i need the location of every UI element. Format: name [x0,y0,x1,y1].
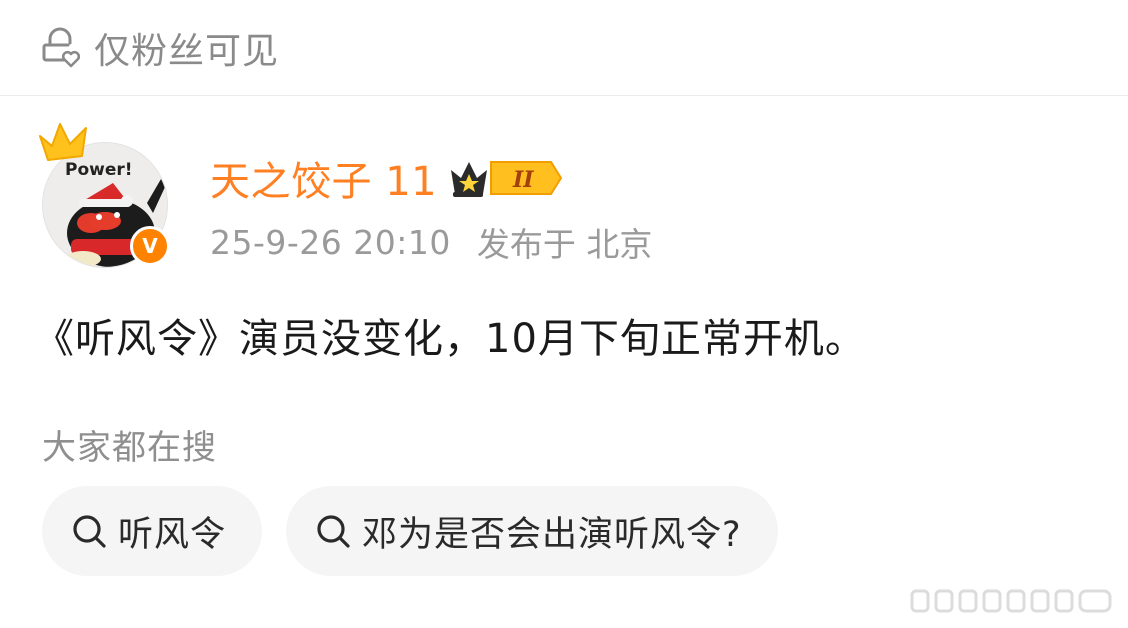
hot-search-title: 大家都在搜 [42,428,217,468]
hot-search-chip-label: 邓为是否会出演听风令? [362,514,742,555]
post-body: 《听风令》演员没变化，10月下旬正常开机。 [34,316,866,362]
post-location: 发布于 北京 [476,225,653,264]
hot-search-chips: 听风令 邓为是否会出演听风令? [42,486,802,576]
hot-search-chip-1[interactable]: 听风令 [42,486,263,576]
author-avatar-block[interactable]: Power! V [36,116,176,276]
visibility-header: 仅粉丝可见 [0,0,1128,96]
author-name[interactable]: 天之饺子 11 [210,149,437,207]
visibility-label: 仅粉丝可见 [94,30,280,72]
lock-heart-icon [42,27,81,67]
author-row: 天之饺子 11 II [210,150,567,206]
watermark-icon [910,589,1112,613]
verified-badge-icon: V [130,226,170,266]
crown-icon [39,123,87,161]
vip-level-text: II [512,167,534,193]
post-time: 25-9-26 20:10 [210,222,451,262]
hot-search-chip-2[interactable]: 邓为是否会出演听风令? [286,486,778,576]
search-icon [317,515,350,548]
hot-search-chip-label: 听风令 [118,514,227,555]
post-meta: 25-9-26 20:10 发布于 北京 [210,220,653,265]
search-icon [73,515,106,548]
vip-crown-badge-icon[interactable]: II [447,156,567,200]
weibo-post-page: 仅粉丝可见 Power! V 天之饺子 11 II 25-9-26 20:10 … [0,0,1128,628]
